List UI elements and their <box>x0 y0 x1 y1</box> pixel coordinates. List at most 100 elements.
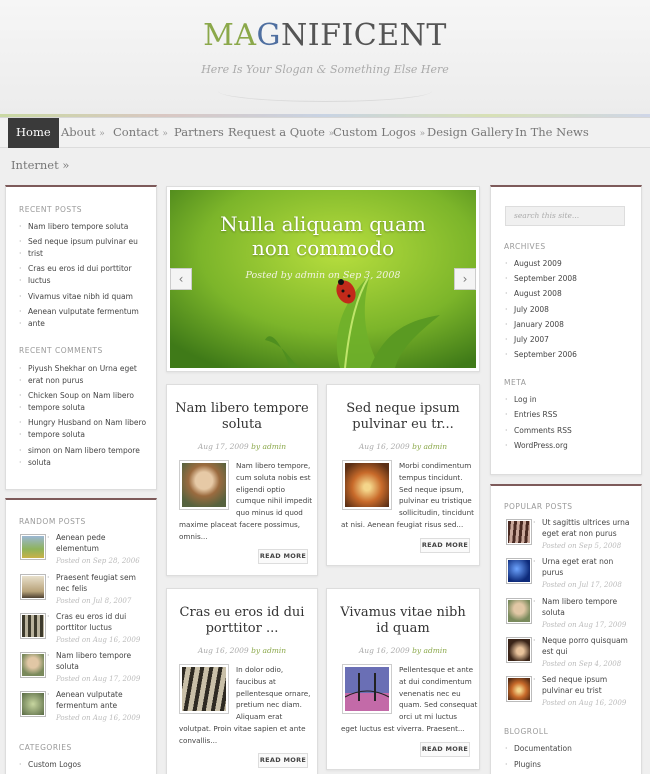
popular-posts-title: POPULAR POSTS <box>504 502 573 511</box>
nav-item-about[interactable]: About » <box>61 118 105 148</box>
post-excerpt-cont: at nisi. Aenean feugiat risus sed... <box>341 520 464 529</box>
popular-post-date: Posted on Aug 17, 2009 <box>542 621 627 629</box>
nav-item-custom-logos[interactable]: Custom Logos » <box>333 118 425 148</box>
random-post-title[interactable]: Aenean vulputatefermentum ante <box>47 689 123 711</box>
nav-item-in-the-news[interactable]: In The News <box>515 118 589 148</box>
meta-link[interactable]: WordPress.org <box>505 438 568 453</box>
post-meta: Aug 16, 2009 by admin <box>358 442 448 451</box>
popular-post-title[interactable]: Ut sagittis ultrices urnaeget erat non p… <box>533 517 630 539</box>
random-post-date: Posted on Aug 17, 2009 <box>56 675 141 683</box>
recent-comment-link-cont[interactable]: tempore soluta <box>19 400 85 415</box>
popular-post-title[interactable]: Sed neque ipsumpulvinar eu trist <box>533 674 607 696</box>
post-title[interactable]: Vivamus vitae nibh id quam <box>330 605 476 637</box>
popular-post-date: Posted on Sep 4, 2008 <box>542 660 622 668</box>
slider-prev-button[interactable]: ‹ <box>170 268 192 290</box>
blogroll-link[interactable]: Plugins <box>505 757 541 772</box>
meta-link[interactable]: Log in <box>505 392 536 407</box>
post-excerpt: Pellentesque et ante at dui condimentum ve… <box>399 665 478 722</box>
popular-post-title[interactable]: Neque porro quisquamest qui <box>533 635 628 657</box>
meta-link[interactable]: Comments RSS <box>505 423 572 438</box>
recent-post-link-cont[interactable]: trist <box>19 246 43 261</box>
random-post-date: Posted on Sep 28, 2006 <box>56 557 140 565</box>
post-title[interactable]: Cras eu eros id dui porttitor ... <box>170 605 314 637</box>
featured-title[interactable]: Nulla aliquam quam non commodo <box>170 212 476 260</box>
site-logo[interactable]: MAGNIFICENT <box>0 18 650 53</box>
random-post-date: Posted on Aug 16, 2009 <box>56 714 141 722</box>
post-title[interactable]: Sed neque ipsum pulvinar eu tr... <box>330 401 476 433</box>
recent-post-link[interactable]: Vivamus vitae nibh id quam <box>19 289 133 304</box>
archive-link[interactable]: August 2009 <box>505 256 562 271</box>
random-post-title[interactable]: Nam libero temporesoluta <box>47 650 131 672</box>
post-thumbnail[interactable] <box>179 664 229 714</box>
archive-link[interactable]: September 2006 <box>505 347 577 362</box>
post-excerpt-cont: eget luctus est viverra. Praesent... <box>341 724 465 733</box>
random-post-date: Posted on Aug 16, 2009 <box>56 636 141 644</box>
featured-slider[interactable]: Nulla aliquam quam non commodo Posted by … <box>170 190 476 368</box>
random-post-thumbnail[interactable] <box>20 613 46 639</box>
popular-post-thumbnail[interactable] <box>506 558 532 584</box>
recent-post-link-cont[interactable]: ante <box>19 316 45 331</box>
popular-post-title[interactable]: Urna eget erat nonpurus <box>533 556 613 578</box>
random-post-thumbnail[interactable] <box>20 652 46 678</box>
random-posts-title: RANDOM POSTS <box>19 517 86 526</box>
archive-link[interactable]: August 2008 <box>505 286 562 301</box>
recent-post-link-cont[interactable]: luctus <box>19 273 50 288</box>
popular-post-date: Posted on Sep 5, 2008 <box>542 542 622 550</box>
blogroll-link[interactable]: Documentation <box>505 741 572 756</box>
recent-comment-link-cont[interactable]: erat non purus <box>19 373 83 388</box>
blogroll-title: BLOGROLL <box>504 727 549 736</box>
post-excerpt: Nam libero tempore, cum soluta nobis est e… <box>236 461 313 518</box>
popular-post-date: Posted on Aug 16, 2009 <box>542 699 627 707</box>
archive-link[interactable]: July 2007 <box>505 332 549 347</box>
slider-next-button[interactable]: › <box>454 268 476 290</box>
nav-item-internet[interactable]: Internet » <box>11 158 69 172</box>
post-meta: Aug 16, 2009 by admin <box>197 646 287 655</box>
recent-post-link[interactable]: Sed neque ipsum pulvinar eu <box>19 234 138 249</box>
popular-post-thumbnail[interactable] <box>506 598 532 624</box>
random-post-title[interactable]: Aenean pedeelementum <box>47 532 106 554</box>
popular-post-thumbnail[interactable] <box>506 519 532 545</box>
search-input[interactable]: search this site... <box>505 206 625 226</box>
nav-item-design-gallery[interactable]: Design Gallery <box>427 118 513 148</box>
nav-item-request-quote[interactable]: Request a Quote » <box>228 118 334 148</box>
random-post-thumbnail[interactable] <box>20 534 46 560</box>
archive-link[interactable]: September 2008 <box>505 271 577 286</box>
read-more-button[interactable]: READ MORE <box>420 742 470 757</box>
archive-link[interactable]: January 2008 <box>505 317 564 332</box>
read-more-button[interactable]: READ MORE <box>258 549 308 564</box>
categories-title: CATEGORIES <box>19 743 72 752</box>
nav-color-stripe <box>0 114 650 117</box>
recent-post-link[interactable]: Nam libero tempore soluta <box>19 219 128 234</box>
popular-post-thumbnail[interactable] <box>506 637 532 663</box>
random-post-date: Posted on Jul 8, 2007 <box>56 597 132 605</box>
post-excerpt-cont: volutpat. Proin vitae sapien et ante conv… <box>179 724 306 745</box>
recent-comments-title: RECENT COMMENTS <box>19 346 103 355</box>
popular-post-thumbnail[interactable] <box>506 676 532 702</box>
recent-posts-title: RECENT POSTS <box>19 205 83 214</box>
post-excerpt-cont: maxime placeat facere possimus, omnis... <box>179 520 301 541</box>
read-more-button[interactable]: READ MORE <box>420 538 470 553</box>
random-post-title[interactable]: Praesent feugiat semnec felis <box>47 572 136 594</box>
read-more-button[interactable]: READ MORE <box>258 753 308 768</box>
post-thumbnail[interactable] <box>342 460 392 510</box>
site-header: MAGNIFICENT Here Is Your Slogan & Someth… <box>0 0 650 116</box>
site-slogan: Here Is Your Slogan & Something Else Her… <box>201 63 449 76</box>
random-post-thumbnail[interactable] <box>20 574 46 600</box>
post-title[interactable]: Nam libero tempore soluta <box>170 401 314 433</box>
random-post-thumbnail[interactable] <box>20 691 46 717</box>
meta-link[interactable]: Entries RSS <box>505 407 557 422</box>
nav-item-partners[interactable]: Partners <box>174 118 224 148</box>
post-excerpt: Morbi condimentum tempus tincidunt. Sed ne… <box>399 461 474 518</box>
recent-comment-link-cont[interactable]: soluta <box>19 455 51 470</box>
recent-comment-link-cont[interactable]: tempore soluta <box>19 427 85 442</box>
post-meta: Aug 16, 2009 by admin <box>358 646 448 655</box>
post-excerpt: In dolor odio, faucibus at pellentesque or… <box>236 665 311 722</box>
random-post-title[interactable]: Cras eu eros id duiporttitor luctus <box>47 611 126 633</box>
popular-post-title[interactable]: Nam libero temporesoluta <box>533 596 617 618</box>
post-thumbnail[interactable] <box>179 460 229 510</box>
nav-item-contact[interactable]: Contact » <box>113 118 168 148</box>
post-thumbnail[interactable] <box>342 664 392 714</box>
archive-link[interactable]: July 2008 <box>505 302 549 317</box>
category-link[interactable]: Custom Logos <box>19 757 81 772</box>
nav-item-home[interactable]: Home <box>8 118 59 148</box>
